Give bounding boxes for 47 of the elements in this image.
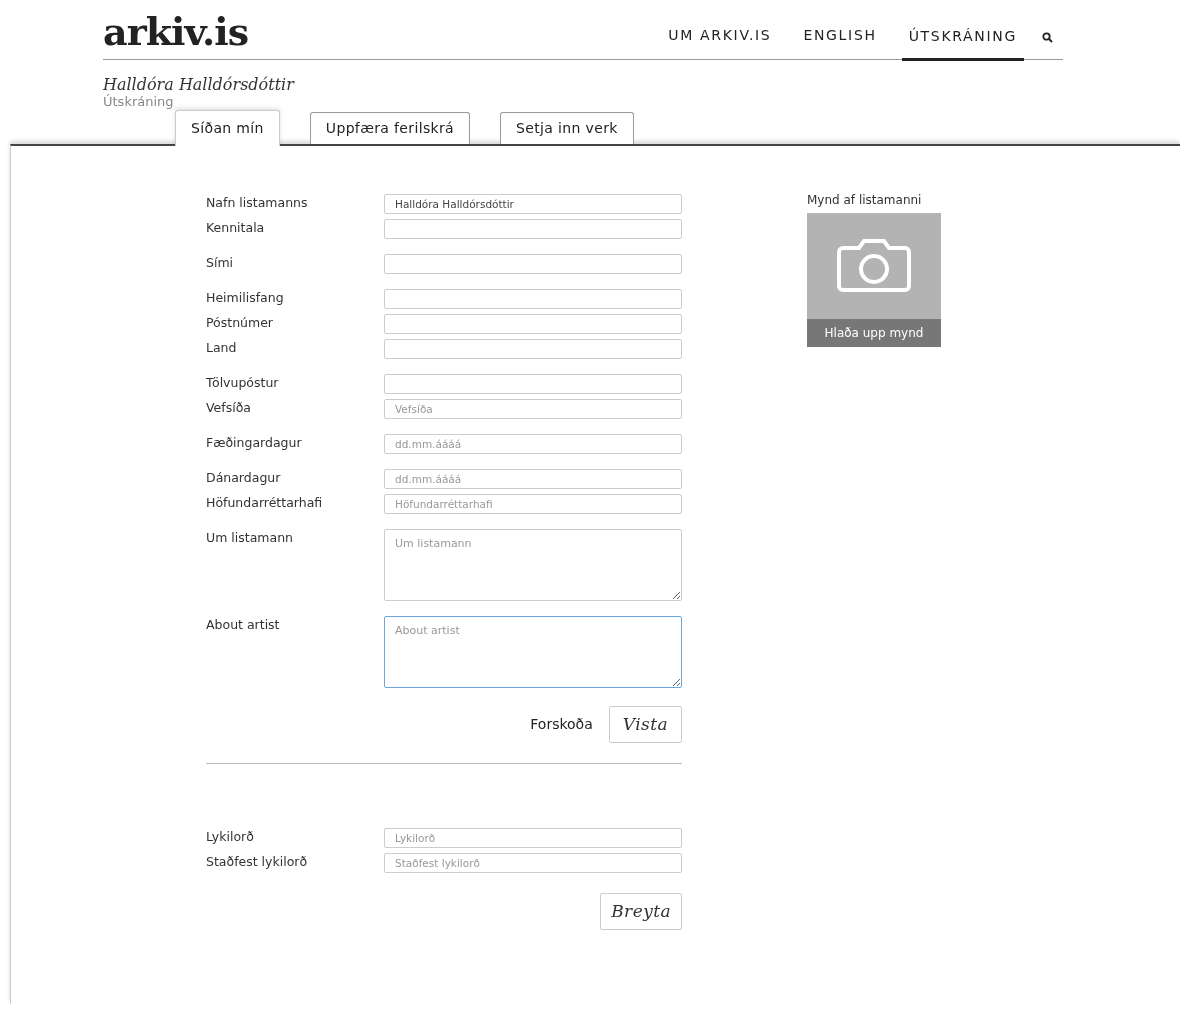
search-icon[interactable] [1042, 32, 1053, 43]
field-label: Nafn listamanns [206, 194, 309, 212]
nav-link[interactable]: ÚTSKRÁNING [901, 26, 1024, 61]
tab[interactable]: Síðan mín [175, 110, 280, 146]
input-field[interactable]: Lykilorð [384, 828, 682, 848]
input-field[interactable]: Höfundarréttarhafi [384, 494, 682, 514]
field-label: Póstnúmer [206, 314, 274, 332]
save-button[interactable]: Vista [608, 706, 682, 743]
input-field[interactable]: Vefsíða [384, 399, 682, 419]
input-field[interactable] [384, 314, 682, 334]
input-field[interactable] [384, 254, 682, 274]
site-logo[interactable]: arkiv.is [103, 13, 249, 51]
upload-photo-label[interactable]: Hlaða upp mynd [807, 319, 941, 347]
input-field[interactable] [384, 219, 682, 239]
input-field[interactable]: Halldóra Halldórsdóttir [384, 194, 682, 214]
input-field[interactable] [384, 374, 682, 394]
field-label: Sími [206, 254, 235, 272]
camera-icon [837, 238, 911, 294]
tab[interactable]: Setja inn verk [500, 112, 634, 144]
text-area[interactable]: About artist [384, 616, 682, 688]
nav-link[interactable]: ENGLISH [796, 25, 884, 59]
photo-upload-box[interactable]: Hlaða upp mynd [807, 213, 941, 347]
photo-label: Mynd af listamanni [807, 192, 923, 208]
field-label: About artist [206, 616, 281, 634]
input-field[interactable]: dd.mm.áááá [384, 469, 682, 489]
field-label: Dánardagur [206, 469, 282, 487]
field-label: Vefsíða [206, 399, 252, 417]
input-field[interactable]: dd.mm.áááá [384, 434, 682, 454]
logout-link[interactable]: Útskráning [103, 94, 1180, 110]
field-label: Staðfest lykilorð [206, 853, 309, 871]
text-area[interactable]: Um listamann [384, 529, 682, 601]
input-field[interactable]: Staðfest lykilorð [384, 853, 682, 873]
field-label: Land [206, 339, 238, 357]
change-button[interactable]: Breyta [600, 893, 682, 930]
field-label: Lykilorð [206, 828, 255, 846]
field-label: Höfundarréttarhafi [206, 494, 324, 512]
nav-link[interactable]: UM ARKIV.IS [661, 25, 779, 59]
field-label: Fæðingardagur [206, 434, 303, 452]
field-label: Kennitala [206, 219, 266, 237]
user-name: Halldóra Halldórsdóttir [103, 76, 296, 94]
input-field[interactable] [384, 289, 682, 309]
field-label: Um listamann [206, 529, 294, 547]
input-field[interactable] [384, 339, 682, 359]
tab[interactable]: Uppfæra ferilskrá [309, 112, 471, 144]
field-label: Heimilisfang [206, 289, 285, 307]
field-label: Tölvupóstur [206, 374, 280, 392]
preview-link[interactable]: Forskoða [530, 714, 593, 735]
